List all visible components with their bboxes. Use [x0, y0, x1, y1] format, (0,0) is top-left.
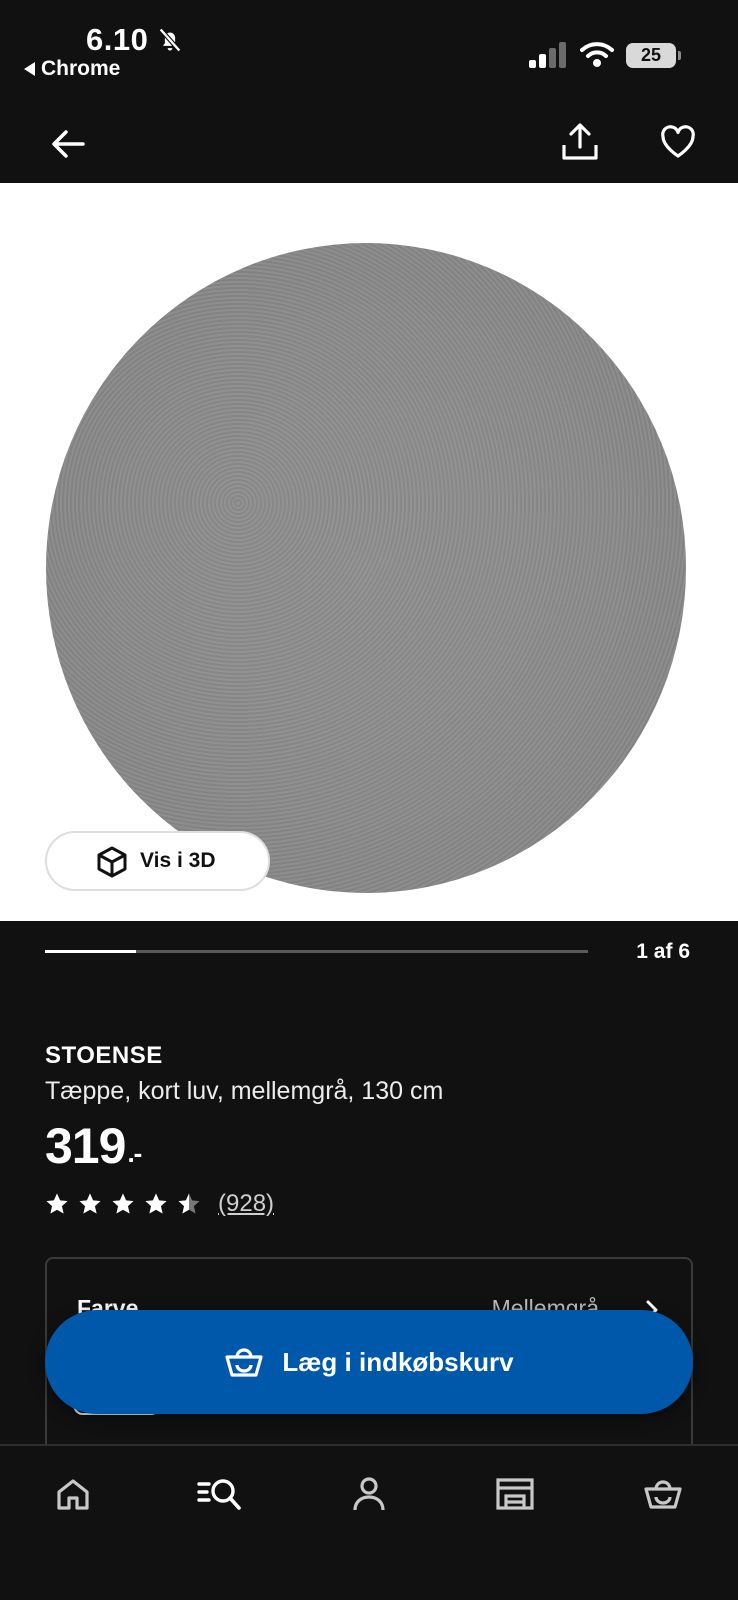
back-triangle-icon: [24, 62, 35, 76]
bottom-navigation: [0, 1444, 738, 1600]
star-icon: [46, 1193, 68, 1214]
basket-icon: [644, 1480, 682, 1509]
star-icon: [145, 1193, 167, 1214]
profile-icon: [353, 1477, 385, 1511]
nav-search[interactable]: [196, 1470, 244, 1518]
star-icon: [178, 1193, 200, 1214]
status-bar: 6.10 Chrome 25: [0, 0, 738, 105]
battery-indicator: 25: [626, 43, 681, 68]
bell-muted-icon: [158, 27, 182, 53]
gallery-progress-bar: [45, 950, 588, 953]
share-button[interactable]: [560, 122, 600, 162]
arrow-left-icon: [52, 130, 85, 158]
wifi-icon: [580, 42, 614, 67]
add-to-cart-label: Læg i indkøbskurv: [282, 1346, 514, 1377]
favorite-button[interactable]: [658, 122, 698, 162]
view-3d-label: Vis i 3D: [140, 849, 216, 872]
price-value: 319: [45, 1118, 126, 1174]
gallery-counter: 1 af 6: [636, 940, 690, 963]
nav-profile[interactable]: [345, 1470, 393, 1518]
back-app-label: Chrome: [41, 57, 121, 80]
review-count-link[interactable]: (928): [218, 1190, 274, 1218]
product-rating[interactable]: (928): [45, 1190, 274, 1218]
heart-icon: [661, 125, 695, 158]
cellular-signal-icon: [529, 42, 566, 68]
product-image-gallery[interactable]: Vis i 3D: [0, 183, 738, 921]
price-suffix: .-: [127, 1138, 142, 1168]
nav-cart[interactable]: [639, 1470, 687, 1518]
rating-stars: [45, 1192, 201, 1216]
back-button[interactable]: [48, 124, 88, 164]
nav-stores[interactable]: [491, 1470, 539, 1518]
nav-home[interactable]: [49, 1470, 97, 1518]
add-to-cart-button[interactable]: Læg i indkøbskurv: [45, 1310, 693, 1414]
product-image-rug: [46, 243, 686, 893]
gallery-progress-fill: [45, 950, 136, 953]
search-list-icon: [197, 1479, 241, 1510]
product-name: STOENSE: [45, 1042, 163, 1069]
product-description: Tæppe, kort luv, mellemgrå, 130 cm: [45, 1077, 444, 1105]
cube-3d-icon: [97, 846, 127, 878]
back-to-app-link[interactable]: Chrome: [24, 57, 120, 81]
share-icon: [562, 123, 598, 160]
view-3d-button[interactable]: Vis i 3D: [45, 831, 270, 891]
product-price: 319 .-: [45, 1117, 142, 1175]
basket-icon: [225, 1348, 264, 1377]
home-icon: [57, 1479, 89, 1510]
status-time: 6.10: [86, 22, 149, 57]
top-app-bar: [0, 105, 738, 183]
star-icon: [79, 1193, 101, 1214]
store-icon: [496, 1478, 534, 1510]
star-icon: [112, 1193, 134, 1214]
